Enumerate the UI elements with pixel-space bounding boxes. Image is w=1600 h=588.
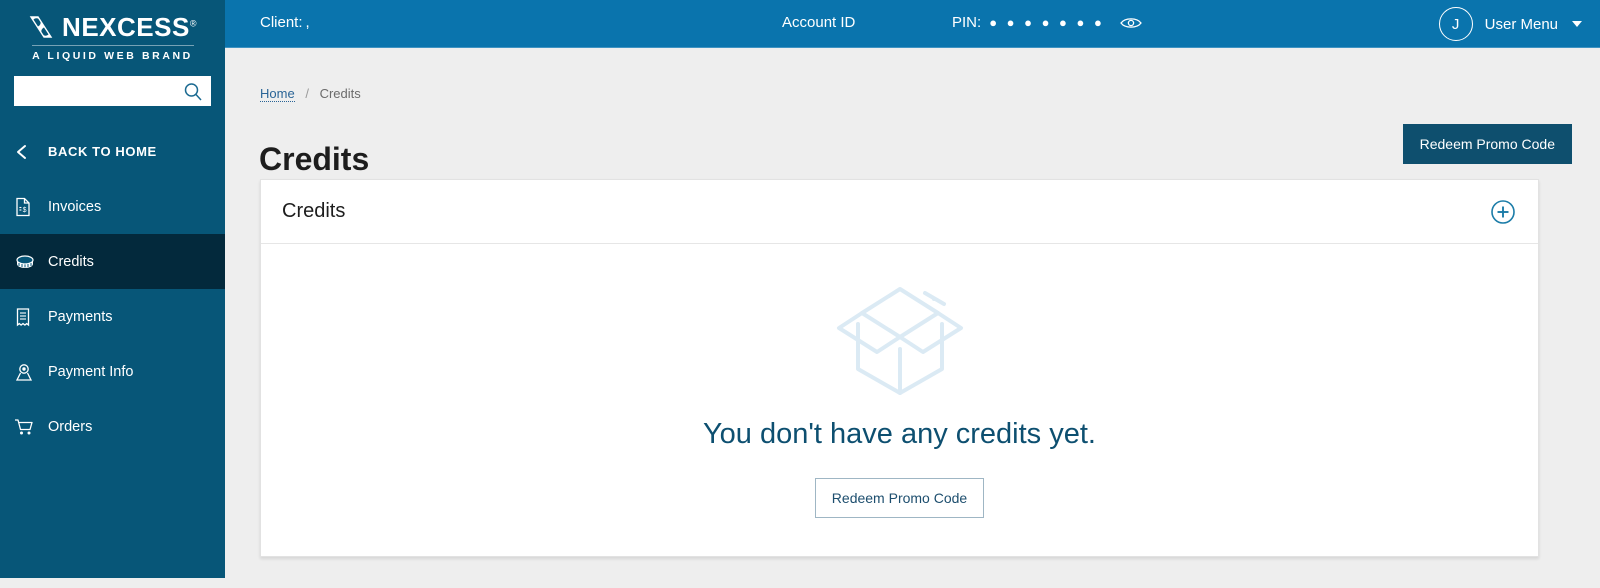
sidebar-item-credits[interactable]: Credits	[0, 234, 225, 289]
client-value: ,	[305, 14, 310, 31]
plus-circle-icon[interactable]	[1490, 199, 1516, 225]
search-input[interactable]	[14, 76, 211, 106]
shopping-cart-icon	[14, 418, 44, 436]
nexcess-mark-icon	[28, 14, 54, 40]
sidebar-item-payments[interactable]: Payments	[0, 289, 225, 344]
client-field: Client:,	[260, 14, 310, 31]
sidebar-search	[0, 62, 225, 106]
chevron-left-icon	[14, 143, 44, 161]
user-menu[interactable]: J User Menu	[1438, 7, 1582, 41]
account-id-field: Account ID	[782, 14, 855, 31]
brand-logo: NEXCESS® A LIQUID WEB BRAND	[0, 0, 225, 62]
open-box-icon	[825, 271, 975, 406]
client-label: Client:	[260, 14, 303, 31]
page-title: Credits	[259, 141, 370, 178]
user-menu-label: User Menu	[1484, 15, 1558, 33]
credits-card: Credits You don't have any credits yet. …	[260, 179, 1539, 557]
sidebar-item-back-to-home[interactable]: BACK TO HOME	[0, 124, 225, 179]
sidebar-item-label: Credits	[48, 253, 94, 270]
eye-icon[interactable]	[1119, 15, 1143, 31]
chevron-down-icon	[1572, 21, 1582, 27]
payment-pin-icon	[14, 362, 44, 382]
sidebar-item-label: BACK TO HOME	[48, 144, 157, 159]
brand-tagline: A LIQUID WEB BRAND	[32, 50, 193, 62]
pin-label: PIN:	[952, 14, 982, 31]
sidebar-item-label: Orders	[48, 418, 93, 435]
sidebar-item-payment-info[interactable]: Payment Info	[0, 344, 225, 399]
top-bar: Client:, Account ID PIN: ● ● ● ● ● ● ● J…	[225, 0, 1600, 48]
sidebar-item-label: Invoices	[48, 198, 102, 215]
sidebar-item-label: Payments	[48, 308, 113, 325]
account-id-label: Account ID	[782, 14, 856, 31]
receipt-icon	[14, 307, 44, 327]
redeem-promo-code-button-top[interactable]: Redeem Promo Code	[1402, 124, 1572, 164]
sidebar-item-invoices[interactable]: $ Invoices	[0, 179, 225, 234]
app-root: NEXCESS® A LIQUID WEB BRAND BACK TO HOME…	[0, 0, 1600, 588]
sidebar: NEXCESS® A LIQUID WEB BRAND BACK TO HOME…	[0, 0, 225, 578]
empty-state-message: You don't have any credits yet.	[702, 418, 1096, 450]
invoice-document-icon: $	[14, 197, 44, 217]
avatar: J	[1438, 7, 1473, 41]
search-icon[interactable]	[183, 82, 203, 107]
breadcrumb: Home / Credits	[260, 86, 361, 102]
brand-trademark: ®	[189, 18, 197, 29]
brand-name: NEXCESS®	[62, 12, 197, 42]
redeem-promo-code-button-empty[interactable]: Redeem Promo Code	[814, 478, 985, 518]
empty-state: You don't have any credits yet. Redeem P…	[261, 244, 1538, 518]
sidebar-nav: BACK TO HOME $ Invoices Credits Payments…	[0, 124, 225, 454]
pin-masked-value: ● ● ● ● ● ● ●	[989, 15, 1105, 30]
breadcrumb-separator: /	[305, 86, 309, 101]
card-title: Credits	[282, 200, 346, 222]
sidebar-item-label: Payment Info	[48, 363, 134, 380]
card-header: Credits	[261, 180, 1538, 244]
svg-text:$: $	[23, 207, 27, 214]
sidebar-item-orders[interactable]: Orders	[0, 399, 225, 454]
coin-stack-icon	[14, 253, 44, 271]
brand-divider	[31, 45, 194, 46]
main-content: Home / Credits Credits Redeem Promo Code…	[225, 48, 1600, 588]
breadcrumb-home-link[interactable]: Home	[260, 86, 295, 102]
pin-field: PIN: ● ● ● ● ● ● ●	[952, 14, 1143, 31]
breadcrumb-current: Credits	[319, 86, 361, 101]
